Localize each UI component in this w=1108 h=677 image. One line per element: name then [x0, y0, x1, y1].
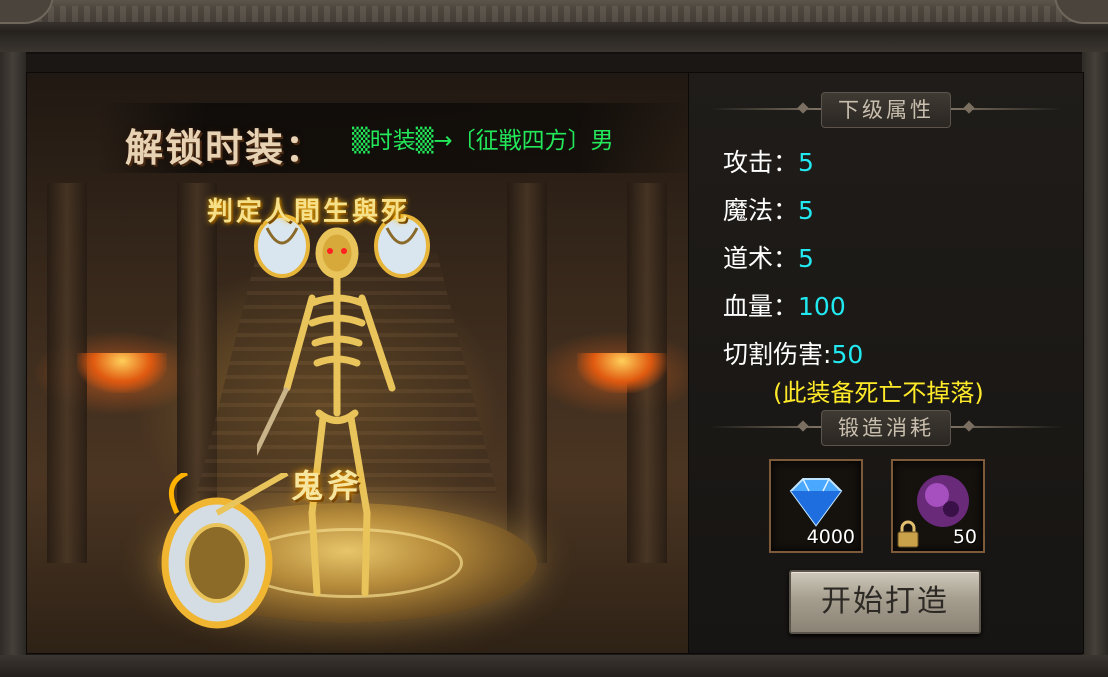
stat-label: 血量：: [723, 292, 799, 321]
attribute-panel: 下级属性 攻击：5 魔法：5 道术：5 血量：100 切割伤害:50 (此装备死…: [688, 72, 1084, 654]
stat-value: 5: [798, 244, 814, 273]
scene-pillar: [507, 183, 547, 563]
frame-band: [0, 6, 1108, 22]
stat-label: 切割伤害:: [723, 340, 832, 369]
stat-taoism: 道术：5: [723, 239, 814, 275]
divider-diamond: [963, 102, 975, 114]
stat-label: 魔法：: [723, 196, 799, 225]
unlock-costume-name: ▒时装▒→〔征戦四方〕男: [352, 128, 614, 154]
lock-icon: [897, 520, 919, 548]
stat-label: 道术：: [723, 244, 799, 273]
weapon-name-caption: 鬼斧: [291, 467, 364, 505]
stat-value: 5: [798, 148, 814, 177]
stat-value: 100: [798, 292, 846, 321]
material-slot-diamond[interactable]: 4000: [769, 459, 863, 553]
stat-label: 攻击：: [723, 148, 799, 177]
window-bottom-frame: [0, 655, 1108, 677]
lower-attributes-title: 下级属性: [821, 92, 951, 128]
material-slot-orb[interactable]: 50: [891, 459, 985, 553]
divider-diamond: [797, 420, 809, 432]
no-drop-note: (此装备死亡不掉落): [773, 379, 984, 407]
stat-value: 5: [798, 196, 814, 225]
start-forge-button[interactable]: 开始打造: [789, 570, 981, 634]
divider-diamond: [797, 102, 809, 114]
stat-hp: 血量：100: [723, 287, 846, 323]
costume-preview-scene: 解锁时装： ▒时装▒→〔征戦四方〕男 判定人間生與死 鬼斧: [26, 72, 689, 654]
forge-cost-title: 锻造消耗: [821, 410, 951, 446]
character-title-caption: 判定人間生與死: [207, 197, 411, 227]
stat-value: 50: [831, 340, 864, 369]
stat-cut-damage: 切割伤害:50: [723, 335, 863, 371]
stat-magic: 魔法：5: [723, 191, 814, 227]
brazier-fire-left: [77, 353, 167, 393]
stat-attack: 攻击：5: [723, 143, 814, 179]
window-right-frame: [1082, 52, 1108, 677]
material-count: 50: [952, 526, 977, 548]
window-left-frame: [0, 52, 26, 677]
material-count: 4000: [806, 526, 855, 548]
unlock-costume-title: 解锁时装：: [125, 125, 326, 170]
brazier-fire-right: [577, 353, 667, 393]
ghost-axe-weapon-icon: [161, 473, 289, 629]
divider-diamond: [963, 420, 975, 432]
window-top-frame: [0, 0, 1108, 54]
